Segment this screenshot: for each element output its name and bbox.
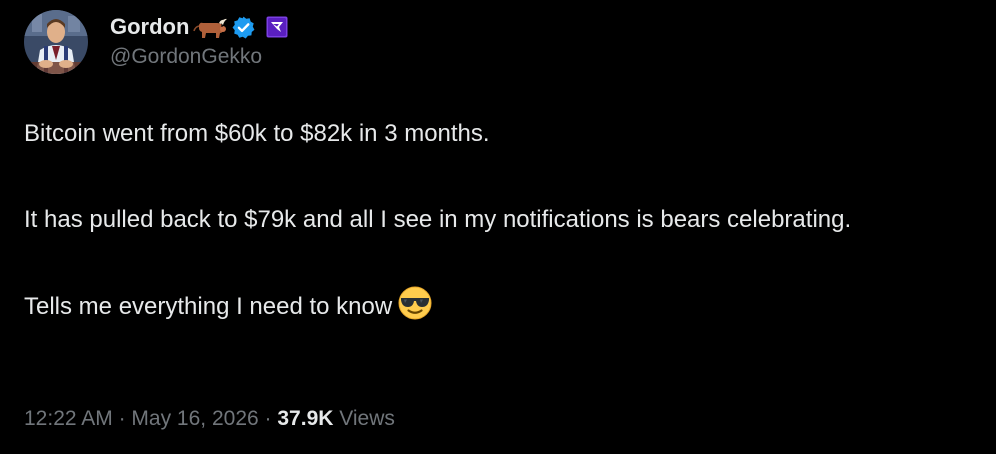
sunglasses-face-icon	[398, 286, 432, 332]
author-names: Gordon @GordonGekko	[110, 12, 288, 71]
tweet-text: Bitcoin went from $60k to $82k in 3 mont…	[24, 114, 974, 332]
views-label: Views	[339, 407, 395, 430]
meta-separator: ·	[264, 407, 272, 430]
tweet-date[interactable]: May 16, 2026	[131, 407, 258, 430]
verified-badge-icon[interactable]	[231, 15, 256, 40]
tweet-paragraph: It has pulled back to $79k and all I see…	[24, 206, 852, 233]
tweet-paragraph-text: Tells me everything I need to know	[24, 293, 393, 320]
avatar[interactable]	[24, 10, 88, 74]
bull-icon	[193, 15, 228, 39]
tweet-meta: 12:22 AM · May 16, 2026 · 37.9K Views	[24, 404, 395, 434]
tweet-paragraph-last: Tells me everything I need to know	[24, 286, 974, 332]
tweet-time[interactable]: 12:22 AM	[24, 407, 113, 430]
meta-separator: ·	[118, 407, 126, 430]
views-count: 37.9K	[277, 407, 334, 430]
tweet-paragraph: Bitcoin went from $60k to $82k in 3 mont…	[24, 120, 490, 147]
affiliate-badge-icon[interactable]	[266, 16, 288, 38]
avatar-image	[24, 10, 88, 74]
display-name[interactable]: Gordon	[110, 12, 189, 42]
tweet-header: Gordon @GordonGekko	[24, 10, 288, 74]
name-row: Gordon	[110, 12, 288, 42]
author-handle[interactable]: @GordonGekko	[110, 43, 288, 71]
